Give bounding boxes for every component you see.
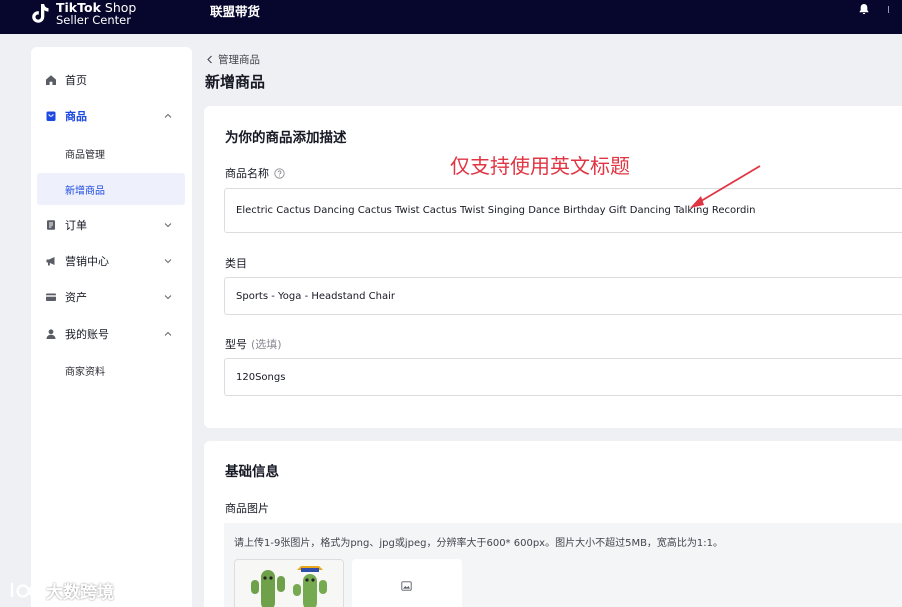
chevron-down-icon xyxy=(164,295,172,300)
sidebar-subitem-manage-products[interactable]: 商品管理 xyxy=(31,137,192,169)
chevron-down-icon xyxy=(164,259,172,264)
sidebar-subitem-label: 新增商品 xyxy=(65,185,105,197)
product-name-label: 商品名称 xyxy=(225,165,285,181)
watermark: 大数跨境 xyxy=(8,578,114,603)
card-icon xyxy=(46,293,56,301)
image-upload-zone: 请上传1-9张图片，格式为png、jpg或jpeg，分辨率大于600* 600p… xyxy=(224,523,902,607)
category-label: 类目 xyxy=(225,257,247,270)
model-label-text: 型号 xyxy=(225,338,247,351)
product-name-label-text: 商品名称 xyxy=(225,167,269,180)
user-icon xyxy=(46,329,56,339)
sidebar-subitem-label: 商家资料 xyxy=(65,366,105,378)
watermark-text: 大数跨境 xyxy=(46,583,114,603)
sidebar-item-products[interactable]: 商品 xyxy=(31,99,192,133)
annotation-arrow-icon xyxy=(690,165,761,208)
model-label: 型号 (选填) xyxy=(225,336,282,352)
page-title: 新增商品 xyxy=(205,73,266,91)
megaphone-icon xyxy=(46,257,55,266)
sidebar-item-label: 营销中心 xyxy=(65,255,109,268)
annotation-text: 仅支持使用英文标题 xyxy=(450,154,630,178)
order-icon xyxy=(47,220,55,230)
sidebar-subitem-merchant-profile[interactable]: 商家资料 xyxy=(31,354,192,386)
sidebar: 首页 商品 商品管理 新增商品 订单 营销中心 资产 我的账号 商家资料 xyxy=(31,47,192,607)
watermark-logo-icon xyxy=(10,582,42,598)
chevron-down-icon xyxy=(164,223,172,228)
sidebar-item-home[interactable]: 首页 xyxy=(31,63,192,97)
logo-text: TikTok Shop Seller Center xyxy=(56,1,136,27)
product-images-label: 商品图片 xyxy=(225,502,269,515)
model-optional-hint: (选填) xyxy=(251,338,282,351)
chevron-up-icon xyxy=(164,331,172,336)
sidebar-subitem-label: 商品管理 xyxy=(65,149,105,161)
sidebar-item-label: 我的账号 xyxy=(65,328,109,341)
image-icon xyxy=(401,581,412,591)
tiktok-shop-logo[interactable]: TikTok Shop Seller Center xyxy=(30,0,136,28)
topbar-divider xyxy=(888,6,889,13)
product-image-thumbnail[interactable] xyxy=(234,559,344,607)
cactus-image-icon xyxy=(235,560,343,607)
home-icon xyxy=(46,75,56,85)
chevron-up-icon xyxy=(164,113,172,118)
sidebar-item-marketing[interactable]: 营销中心 xyxy=(31,244,192,278)
help-circle-icon[interactable] xyxy=(274,167,285,179)
top-bar: TikTok Shop Seller Center 联盟带货 xyxy=(0,0,902,34)
sidebar-item-assets[interactable]: 资产 xyxy=(31,280,192,314)
basic-info-card: 基础信息 商品图片 请上传1-9张图片，格式为png、jpg或jpeg，分辨率大… xyxy=(204,441,902,607)
model-input[interactable]: 120Songs xyxy=(224,358,902,396)
sidebar-item-label: 订单 xyxy=(65,219,87,232)
sidebar-subitem-add-product[interactable]: 新增商品 xyxy=(37,173,185,205)
nav-affiliate[interactable]: 联盟带货 xyxy=(210,1,260,20)
add-image-slot[interactable] xyxy=(352,559,462,607)
sidebar-item-my-account[interactable]: 我的账号 xyxy=(31,317,192,351)
sidebar-item-orders[interactable]: 订单 xyxy=(31,208,192,242)
bag-icon xyxy=(46,111,56,121)
breadcrumb[interactable]: 管理商品 xyxy=(206,52,260,67)
upload-hint: 请上传1-9张图片，格式为png、jpg或jpeg，分辨率大于600* 600p… xyxy=(234,538,724,549)
basic-info-card-title: 基础信息 xyxy=(225,464,279,480)
description-card-title: 为你的商品添加描述 xyxy=(225,130,347,146)
logo-seller-center: Seller Center xyxy=(56,13,131,27)
sidebar-item-label: 首页 xyxy=(65,74,87,87)
category-select[interactable]: Sports - Yoga - Headstand Chair xyxy=(224,277,902,315)
product-name-input[interactable]: Electric Cactus Dancing Cactus Twist Cac… xyxy=(224,188,902,233)
tiktok-logo-icon xyxy=(32,4,49,23)
sidebar-item-label: 资产 xyxy=(65,291,87,304)
breadcrumb-link[interactable]: 管理商品 xyxy=(218,52,260,67)
chevron-left-icon xyxy=(207,55,212,64)
bell-icon[interactable] xyxy=(858,3,870,15)
sidebar-item-label: 商品 xyxy=(65,110,87,123)
